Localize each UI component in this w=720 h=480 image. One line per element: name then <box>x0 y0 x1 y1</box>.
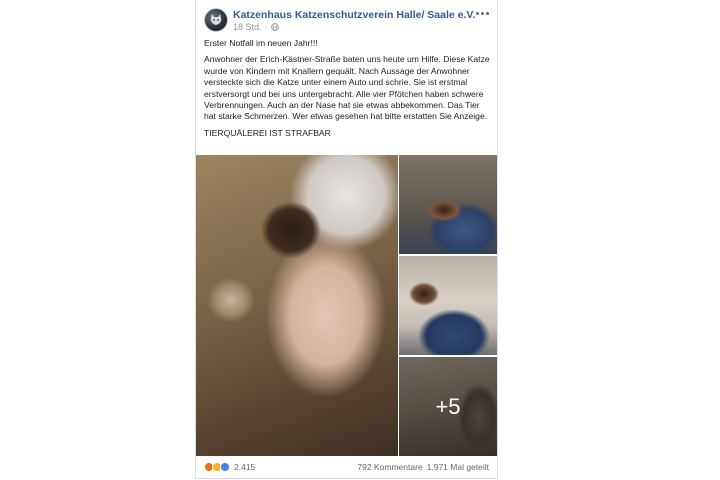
globe-icon[interactable] <box>270 23 279 31</box>
post-headline: Erster Notfall im neuen Jahr!!! <box>204 38 318 48</box>
page-name-link[interactable]: Katzenhaus Katzenschutzverein Halle/ Saa… <box>233 9 475 21</box>
page-avatar[interactable] <box>204 8 228 32</box>
post-text: Erster Notfall im neuen Jahr!!! Anwohner… <box>204 38 492 144</box>
post-footer: 2.415 792 Kommentare 1.971 Mal geteilt <box>204 461 489 475</box>
comments-count-link[interactable]: 792 Kommentare <box>357 462 422 472</box>
photo-main-cat-paw[interactable] <box>196 155 398 456</box>
more-photos-count: +5 <box>435 393 461 419</box>
post-closing: TIERQUÄLEREI IST STRAFBAR <box>204 127 331 138</box>
post-body: Anwohner der Erich-Kästner-Straße baten … <box>204 54 490 122</box>
photo-grid: +5 <box>196 155 497 456</box>
facebook-post: Katzenhaus Katzenschutzverein Halle/ Saa… <box>195 0 498 479</box>
shares-count-link[interactable]: 1.971 Mal geteilt <box>427 462 489 472</box>
post-stats: 792 Kommentare 1.971 Mal geteilt <box>357 462 489 472</box>
more-options-icon[interactable] <box>475 8 489 18</box>
reactions-summary[interactable]: 2.415 <box>204 462 255 472</box>
cat-logo-icon <box>210 14 222 25</box>
like-reaction-icon <box>220 462 230 472</box>
photo-thumbnail-1[interactable] <box>399 155 497 254</box>
post-timestamp[interactable]: 18 Std. <box>233 22 262 32</box>
post-meta: 18 Std. · <box>233 22 279 32</box>
reaction-count: 2.415 <box>234 462 256 472</box>
photo-thumbnail-2[interactable] <box>399 256 497 355</box>
photo-thumbnail-3[interactable]: +5 <box>399 357 497 456</box>
post-header: Katzenhaus Katzenschutzverein Halle/ Saa… <box>204 8 489 34</box>
more-photos-overlay[interactable]: +5 <box>399 357 497 456</box>
